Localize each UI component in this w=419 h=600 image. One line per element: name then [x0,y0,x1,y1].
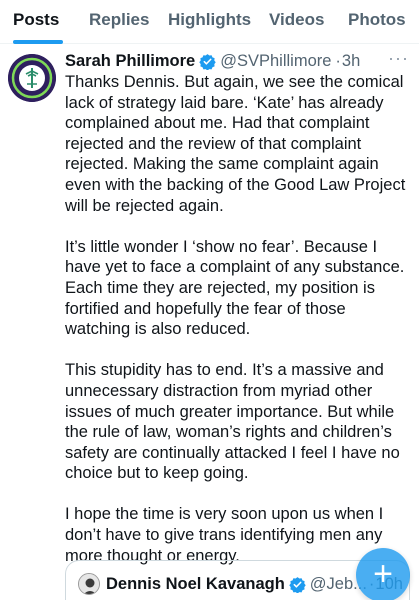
post-time[interactable]: 3h [342,52,360,71]
tab-videos[interactable]: Videos [269,10,324,30]
profile-tabs: Posts Replies Highlights Videos Photos [0,0,419,44]
post-paragraph: Thanks Dennis. But again, we see the com… [65,73,406,215]
post-paragraph: I hope the time is very soon upon us whe… [65,505,384,565]
tab-posts[interactable]: Posts [13,10,59,30]
post-paragraph: It’s little wonder I ‘show no fear’. Bec… [65,237,405,339]
post-header: Sarah Phillimore @SVPhillimore · 3h [65,50,360,72]
verified-badge-icon [289,576,306,593]
avatar-logo-icon [8,54,56,102]
active-tab-indicator [13,40,63,44]
compose-button[interactable]: + [356,548,410,600]
tab-highlights[interactable]: Highlights [168,10,251,30]
author-name[interactable]: Sarah Phillimore [65,52,195,71]
tab-photos[interactable]: Photos [348,10,406,30]
separator-dot: · [335,51,341,70]
more-options-icon[interactable]: ··· [388,48,409,69]
verified-badge-icon [199,53,216,70]
person-icon [79,574,99,594]
quoted-post-header: Dennis Noel Kavanagh @Jeb... · 10h [78,573,403,595]
quoted-avatar [78,573,100,595]
quoted-author-name: Dennis Noel Kavanagh [106,574,285,593]
post-paragraph: This stupidity has to end. It’s a massiv… [65,361,400,483]
avatar[interactable] [8,54,56,102]
tab-replies[interactable]: Replies [89,10,149,30]
plus-icon: + [373,554,393,593]
post-text: Thanks Dennis. But again, we see the com… [65,72,410,587]
author-handle[interactable]: @SVPhillimore [220,52,331,71]
